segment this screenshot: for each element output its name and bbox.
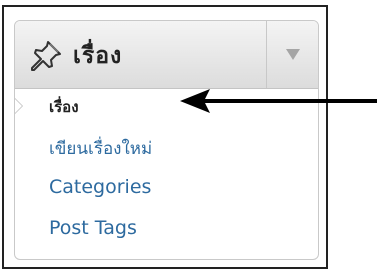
submenu-item-add-new[interactable]: เขียนเรื่องใหม่ (49, 135, 152, 162)
arrow-left-icon (180, 89, 377, 113)
admin-menu-section: เรื่อง เรื่อง เขียนเรื่องใหม่ Categories… (14, 20, 319, 260)
submenu-item-post-tags[interactable]: Post Tags (49, 217, 137, 239)
chevron-down-icon (286, 49, 300, 60)
screenshot-stage: เรื่อง เรื่อง เขียนเรื่องใหม่ Categories… (0, 0, 389, 272)
menu-title[interactable]: เรื่อง (73, 38, 122, 74)
submenu-item-posts[interactable]: เรื่อง (49, 95, 79, 119)
menu-header[interactable]: เรื่อง (15, 21, 318, 89)
submenu-item-categories[interactable]: Categories (49, 176, 151, 198)
menu-toggle-button[interactable] (267, 21, 318, 88)
pushpin-icon (29, 39, 63, 73)
